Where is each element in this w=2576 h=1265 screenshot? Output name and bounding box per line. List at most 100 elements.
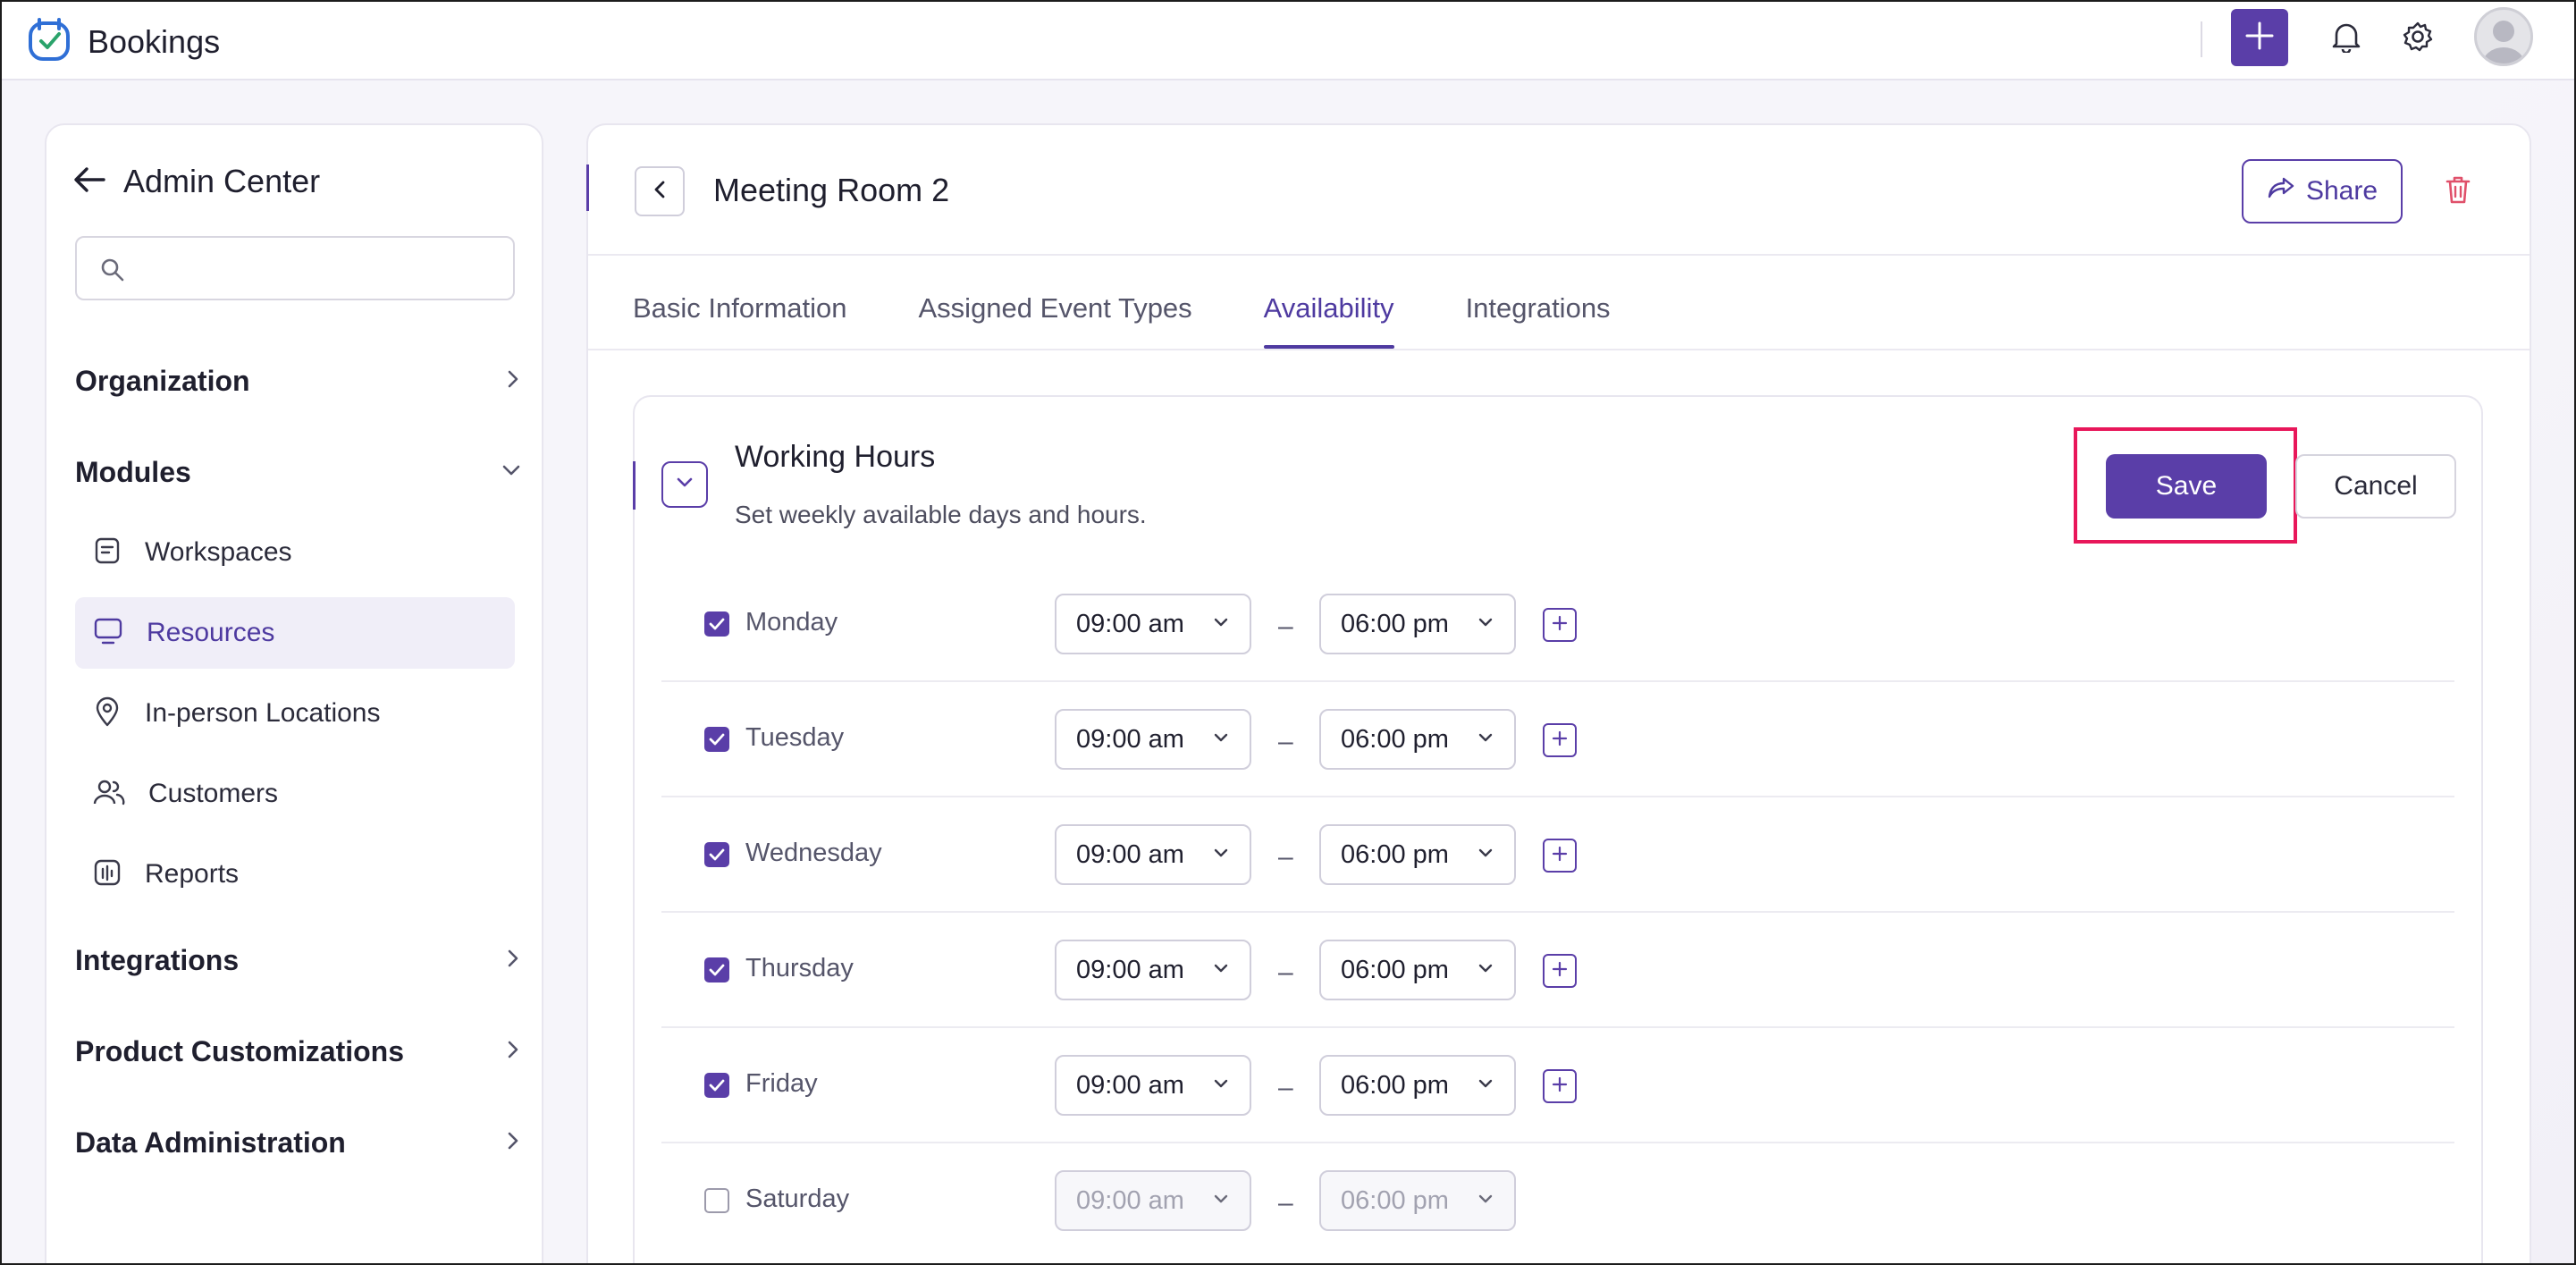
settings-button[interactable] [2395,16,2440,61]
end-time-select[interactable]: 06:00 pm [1319,709,1516,770]
bell-icon [2331,21,2361,57]
back-button[interactable] [635,166,685,216]
start-time-select[interactable]: 09:00 am [1055,709,1251,770]
plus-icon [1551,614,1569,637]
tab-integrations[interactable]: Integrations [1466,286,1611,349]
chevron-down-icon [1212,847,1230,864]
section-title: Working Hours [735,440,936,474]
section-label: Organization [75,364,250,397]
start-time-select[interactable]: 09:00 am [1055,1170,1251,1231]
add-slot-button[interactable] [1543,1069,1577,1103]
chevron-left-icon [651,179,669,205]
tab-availability[interactable]: Availability [1263,286,1394,349]
section-label: Data Administration [75,1126,346,1159]
chevron-down-icon [1212,962,1230,979]
time-value: 09:00 am [1076,724,1184,754]
sidebar-section-product-customizations[interactable]: Product Customizations [75,1025,522,1078]
avatar[interactable] [2474,7,2533,66]
sidebar-item-label: Workspaces [145,537,292,567]
share-button[interactable]: Share [2242,159,2403,223]
day-label: Monday [745,608,838,637]
day-checkbox[interactable] [704,1073,729,1098]
create-button[interactable] [2231,9,2288,66]
end-time-select[interactable]: 06:00 pm [1319,940,1516,1000]
day-checkbox[interactable] [704,727,729,752]
admin-center-header[interactable]: Admin Center [73,163,320,200]
time-value: 09:00 am [1076,1070,1184,1100]
share-icon [2267,176,2295,207]
end-time-select[interactable]: 06:00 pm [1319,594,1516,654]
start-time-select[interactable]: 09:00 am [1055,1055,1251,1116]
add-slot-button[interactable] [1543,954,1577,988]
chevron-right-icon [504,948,522,974]
time-value: 06:00 pm [1341,1070,1449,1100]
section-label: Modules [75,455,191,488]
delete-button[interactable] [2438,172,2478,211]
workspace-icon [93,536,122,569]
plus-icon [2243,20,2276,56]
day-checkbox[interactable] [704,842,729,867]
sidebar-item-customers[interactable]: Customers [75,758,515,830]
add-slot-button[interactable] [1543,723,1577,757]
day-checkbox[interactable] [704,611,729,637]
day-checkbox[interactable] [704,1188,729,1213]
gear-icon [2402,21,2434,57]
start-time-select[interactable]: 09:00 am [1055,824,1251,885]
sidebar-item-reports[interactable]: Reports [75,839,515,910]
day-row-thursday: Thursday 09:00 am – 06:00 pm [661,913,2454,1028]
plus-icon [1551,960,1569,982]
end-time-select[interactable]: 06:00 pm [1319,824,1516,885]
chevron-down-icon [1477,962,1494,979]
tab-assigned-event-types[interactable]: Assigned Event Types [919,286,1192,349]
sidebar-item-in-person-locations[interactable]: In-person Locations [75,678,515,749]
app-title: Bookings [88,22,221,60]
add-slot-button[interactable] [1543,608,1577,642]
add-slot-button[interactable] [1543,839,1577,873]
location-pin-icon [93,696,122,731]
time-value: 09:00 am [1076,1185,1184,1215]
sidebar-item-workspaces[interactable]: Workspaces [75,517,515,588]
plus-icon [1551,1075,1569,1098]
header-divider [588,254,2530,256]
chevron-right-icon [504,368,522,394]
day-label: Wednesday [745,839,882,867]
cancel-button[interactable]: Cancel [2295,454,2456,519]
users-icon [93,778,125,811]
notifications-button[interactable] [2324,16,2369,61]
sidebar-search[interactable] [75,236,515,300]
plus-icon [1551,845,1569,867]
focus-accent [633,461,636,510]
tab-basic-information[interactable]: Basic Information [633,286,847,349]
sidebar-item-resources[interactable]: Resources [75,597,515,669]
chevron-down-icon [1477,847,1494,864]
sidebar-section-data-administration[interactable]: Data Administration [75,1116,522,1169]
sidebar-item-label: In-person Locations [145,698,381,728]
chevron-down-icon [1477,1077,1494,1094]
sidebar-section-integrations[interactable]: Integrations [75,933,522,987]
day-label: Saturday [745,1185,850,1213]
day-row-saturday: Saturday 09:00 am – 06:00 pm [661,1143,2454,1259]
chevron-down-icon [1212,1193,1230,1210]
end-time-select[interactable]: 06:00 pm [1319,1170,1516,1231]
search-input[interactable] [136,249,493,288]
brand[interactable]: Bookings [27,16,220,67]
chevron-down-icon [501,461,522,484]
time-separator: – [1278,611,1293,641]
trash-icon [2445,174,2471,209]
topbar-divider [2201,21,2202,57]
sidebar-section-modules[interactable]: Modules [75,445,522,499]
monitor-icon [93,617,123,650]
share-label: Share [2305,176,2378,206]
arrow-left-icon[interactable] [73,166,105,198]
time-value: 09:00 am [1076,839,1184,869]
day-checkbox[interactable] [704,957,729,982]
sidebar-item-label: Customers [148,779,279,808]
time-separator: – [1278,1188,1293,1218]
sidebar-section-organization[interactable]: Organization [75,354,522,408]
start-time-select[interactable]: 09:00 am [1055,940,1251,1000]
save-button[interactable]: Save [2106,454,2267,519]
end-time-select[interactable]: 06:00 pm [1319,1055,1516,1116]
day-row-tuesday: Tuesday 09:00 am – 06:00 pm [661,682,2454,797]
collapse-toggle[interactable] [661,461,708,508]
start-time-select[interactable]: 09:00 am [1055,594,1251,654]
